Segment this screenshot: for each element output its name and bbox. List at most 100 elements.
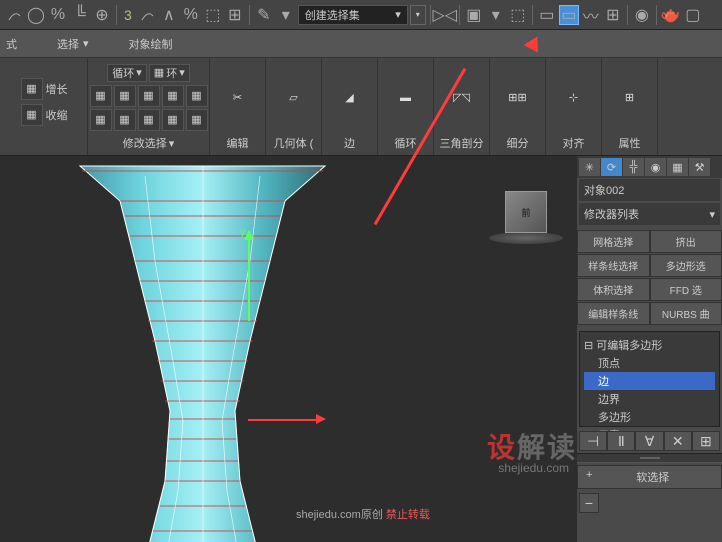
modsel-btn[interactable]: ▦ [186, 85, 208, 107]
panel-prop[interactable]: ⊞属性 [602, 58, 658, 155]
selection-set-dropdown[interactable]: 创建选择集 ▾ [298, 5, 408, 25]
panel-edge[interactable]: ◢边 [322, 58, 378, 155]
ribbon-toggle-icon[interactable]: ▭ [559, 5, 579, 25]
align-dd-icon[interactable]: ▾ [486, 5, 506, 25]
btn-poly-select[interactable]: 多边形选 [650, 254, 722, 277]
edge-icon: ◢ [334, 82, 366, 114]
edge-label: 边 [326, 135, 373, 151]
lock-icon[interactable]: ⬚ [203, 5, 223, 25]
unique-icon[interactable]: ∀ [635, 431, 663, 451]
modifier-list-dropdown[interactable]: 修改器列表▾ [579, 203, 720, 225]
subobj-minus-icon[interactable]: − [579, 493, 599, 513]
btn-ffd-select[interactable]: FFD 选 [650, 278, 722, 301]
tab-modify[interactable]: 式 [6, 36, 17, 52]
render-frame-icon[interactable]: ▢ [683, 5, 703, 25]
rollout-soft-selection[interactable]: +软选择 [577, 465, 722, 489]
btn-mesh-select[interactable]: 网格选择 [577, 230, 650, 253]
tool-arc-icon[interactable] [4, 5, 24, 25]
target-icon[interactable]: ⊕ [92, 5, 112, 25]
circle-icon[interactable]: ◯ [26, 5, 46, 25]
tree-border[interactable]: 边界 [584, 390, 715, 408]
remove-icon[interactable]: ✕ [664, 431, 692, 451]
snap-curve-icon[interactable] [137, 5, 157, 25]
align-icon[interactable]: ▣ [464, 5, 484, 25]
modsel-btn[interactable]: ▦ [162, 109, 184, 131]
object-name-field[interactable]: 对象002 [579, 179, 720, 201]
tab-hierarchy-icon[interactable]: ╬ [623, 158, 644, 176]
schematic-icon[interactable]: ⊞ [603, 5, 623, 25]
modsel-btn[interactable]: ▦ [90, 109, 112, 131]
tab-create-icon[interactable]: ✳ [579, 158, 600, 176]
tree-edge[interactable]: 边 [584, 372, 715, 390]
toolbar-toggle-icon[interactable]: ▭ [537, 5, 557, 25]
tri-label: 三角剖分 [438, 135, 485, 151]
tri-icon: ◸◹ [446, 82, 478, 114]
btn-extrude[interactable]: 挤出 [650, 230, 722, 253]
pin-icon[interactable]: ⊣ [579, 431, 607, 451]
viewcube[interactable]: 前 [505, 191, 547, 233]
subdiv-icon: ⊞⊞ [502, 82, 534, 114]
spinner-value: 3 [121, 7, 135, 23]
modsel-btn[interactable]: ▦ [114, 109, 136, 131]
brush-icon[interactable]: ✎ [254, 5, 274, 25]
modsel-btn[interactable]: ▦ [90, 85, 112, 107]
config-icon[interactable]: ⊞ [692, 431, 720, 451]
dropdown-expand-button[interactable]: ▾ [410, 5, 426, 25]
tab-select[interactable]: 选择 ▾ [57, 36, 89, 52]
panel-loop[interactable]: ▬循环 [378, 58, 434, 155]
loop-button[interactable]: 循环 ▾ [107, 64, 147, 82]
btn-nurbs[interactable]: NURBS 曲 [650, 302, 722, 325]
layer-icon[interactable]: ⬚ [508, 5, 528, 25]
tab-draw[interactable]: 对象绘制 [129, 36, 173, 52]
grow-icon[interactable]: ▦ [21, 78, 43, 100]
ortho-icon[interactable]: ╚ [70, 5, 90, 25]
angle-icon[interactable]: ∧ [159, 5, 179, 25]
mirror-icon[interactable]: ▷◁ [435, 5, 455, 25]
modsel-btn[interactable]: ▦ [138, 85, 160, 107]
chevron-down-icon: ▾ [83, 37, 89, 50]
show-result-icon[interactable]: Ⅱ [607, 431, 635, 451]
modsel-btn[interactable]: ▦ [114, 85, 136, 107]
gizmo-y-axis [248, 231, 250, 321]
ribbon-tabs: 式 选择 ▾ 对象绘制 [0, 30, 722, 58]
curve-editor-icon[interactable]: 〰 [581, 5, 601, 25]
render-setup-icon[interactable]: 🫖 [661, 5, 681, 25]
panel-geom[interactable]: ▱几何体 ( [266, 58, 322, 155]
panel-edit[interactable]: ✂编辑 [210, 58, 266, 155]
tab-motion-icon[interactable]: ◉ [645, 158, 666, 176]
modifier-buttons: 网格选择挤出 样条线选择多边形选 体积选择FFD 选 编辑样条线NURBS 曲 [577, 230, 722, 325]
snap-icon[interactable]: ⊞ [225, 5, 245, 25]
btn-edit-spline[interactable]: 编辑样条线 [577, 302, 650, 325]
tab-display-icon[interactable]: ▦ [667, 158, 688, 176]
tab-util-icon[interactable]: ⚒ [689, 158, 710, 176]
tree-poly[interactable]: 多边形 [584, 408, 715, 426]
panel-subdiv[interactable]: ⊞⊞ 细分 [490, 58, 546, 155]
tree-vertex[interactable]: 顶点 [584, 354, 715, 372]
btn-vol-select[interactable]: 体积选择 [577, 278, 650, 301]
modsel-btn[interactable]: ▦ [186, 109, 208, 131]
tab-modify-icon[interactable]: ⟳ [601, 158, 622, 176]
toolbar-separator [430, 5, 431, 25]
grow-label: 增长 [46, 81, 68, 97]
watermark-footer: shejiedu.com原创 禁止转载 [296, 506, 430, 522]
panel-label: 修改选择 ▾ [92, 135, 205, 151]
shrink-icon[interactable]: ▦ [21, 104, 43, 126]
edit-label: 编辑 [214, 135, 261, 151]
percent-icon[interactable]: % [48, 5, 68, 25]
toolbar-separator [116, 5, 117, 25]
modsel-btn[interactable]: ▦ [138, 109, 160, 131]
align-label: 对齐 [550, 135, 597, 151]
dropdown-icon[interactable]: ▾ [276, 5, 296, 25]
panel-align[interactable]: ⊹对齐 [546, 58, 602, 155]
modsel-btn[interactable]: ▦ [162, 85, 184, 107]
subdiv-label: 细分 [494, 135, 541, 151]
tree-root[interactable]: ⊟ 可编辑多边形 [584, 336, 715, 354]
vase-model [75, 161, 330, 542]
prop-label: 属性 [606, 135, 653, 151]
modifier-stack[interactable]: ⊟ 可编辑多边形 顶点 边 边界 多边形 元素 [579, 331, 720, 427]
viewport[interactable]: y 前 设解读 shejiedu.com shejiedu.com原创 禁止转载 [0, 156, 577, 542]
btn-spline-select[interactable]: 样条线选择 [577, 254, 650, 277]
snap-pct-icon[interactable]: % [181, 5, 201, 25]
material-icon[interactable]: ◉ [632, 5, 652, 25]
ring-button[interactable]: ▦ 环 ▾ [149, 64, 190, 82]
